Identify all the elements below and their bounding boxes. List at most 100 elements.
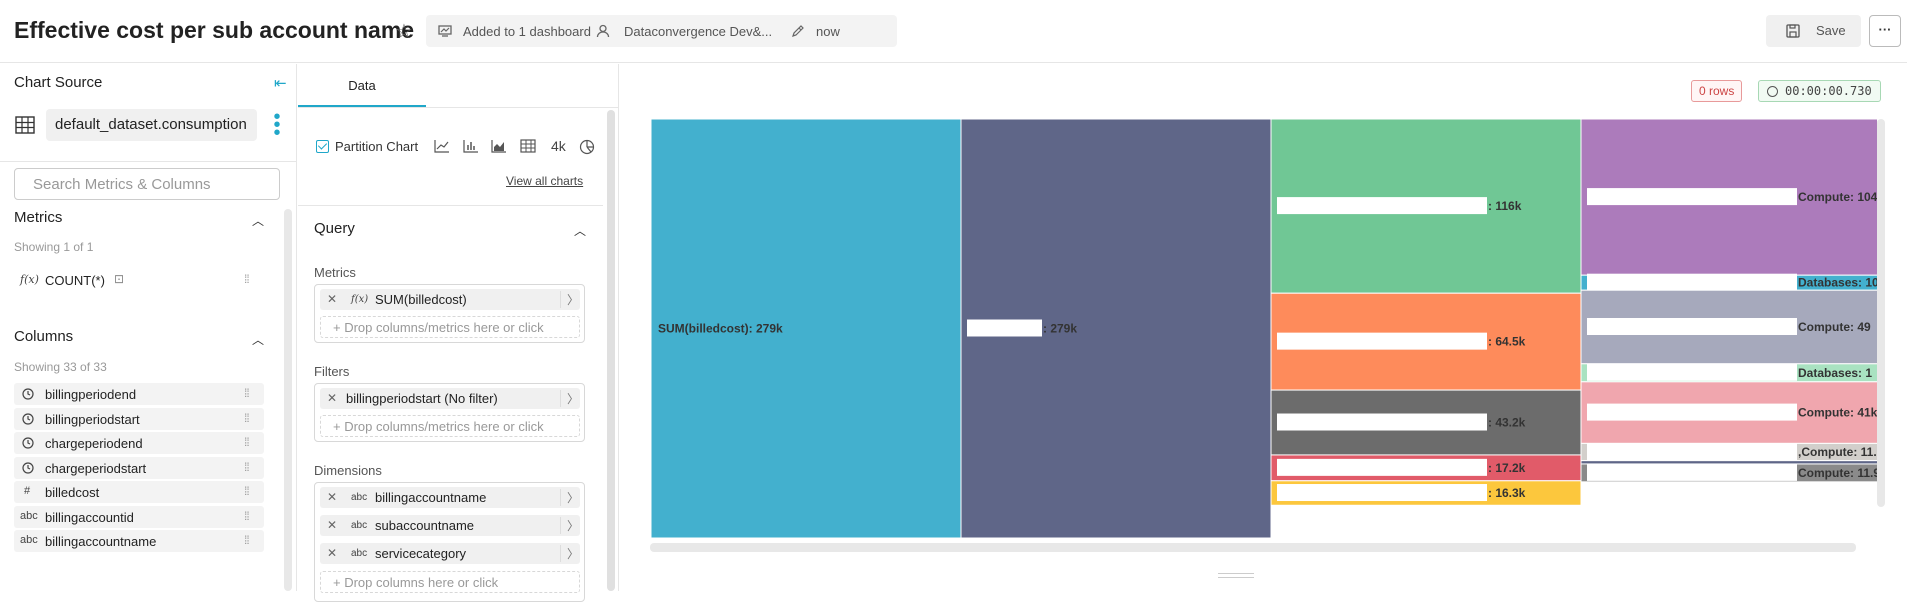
dataset-menu-icon[interactable]: • • • <box>272 107 282 143</box>
drag-handle-icon[interactable]: ⁞⁞ <box>244 272 250 286</box>
chart-source-title: Chart Source <box>14 74 103 91</box>
close-icon[interactable]: ✕ <box>327 391 337 405</box>
close-icon[interactable]: ✕ <box>327 292 337 306</box>
scrollbar[interactable] <box>607 110 615 591</box>
query-section-title[interactable]: Query <box>314 220 355 237</box>
dimension-name: servicecategory <box>375 546 467 561</box>
label-mask <box>1587 463 1797 481</box>
resize-handle[interactable] <box>1218 573 1254 578</box>
partition-node-label: Compute: 49 <box>1798 320 1871 334</box>
drag-handle-icon[interactable]: ⁞⁞ <box>244 411 250 425</box>
line-chart-icon[interactable] <box>434 139 450 153</box>
drop-hint: Drop columns/metrics here or click <box>344 419 544 434</box>
string-type-icon: abc <box>20 510 38 522</box>
column-item[interactable]: billingperiodend ⁞⁞ <box>14 383 264 405</box>
chevron-right-icon[interactable]: 〉 <box>560 291 579 308</box>
column-item[interactable]: chargeperiodend ⁞⁞ <box>14 432 264 454</box>
drag-handle-icon[interactable]: ⁞⁞ <box>244 460 250 474</box>
chevron-right-icon[interactable]: 〉 <box>560 489 579 506</box>
dimension-pill[interactable]: ✕ abc billingaccountname 〉 <box>320 487 580 508</box>
columns-section-title[interactable]: Columns <box>14 328 73 345</box>
partition-node-label: Databases: 1 <box>1798 366 1872 380</box>
chevron-right-icon[interactable]: 〉 <box>560 517 579 534</box>
chart-title[interactable]: Effective cost per sub account name <box>14 17 414 44</box>
chart-header: Effective cost per sub account name ☆ Ad… <box>0 0 1907 63</box>
dimension-pill[interactable]: ✕ abc servicecategory 〉 <box>320 543 580 564</box>
owner-name[interactable]: Dataconvergence Dev&... <box>624 24 772 39</box>
label-mask <box>1277 484 1487 502</box>
close-icon[interactable]: ✕ <box>327 490 337 504</box>
metrics-drop-zone[interactable]: + Drop columns/metrics here or click <box>320 316 580 338</box>
string-type-icon: abc <box>351 492 368 503</box>
partition-chart[interactable]: SUM(billedcost): 279k: 279k: 116k: 64.5k… <box>620 64 1907 591</box>
area-chart-icon[interactable] <box>491 139 507 153</box>
filter-pill[interactable]: ✕ billingperiodstart (No filter) 〉 <box>320 388 580 409</box>
tab-data[interactable]: Data <box>298 64 426 107</box>
scrollbar[interactable] <box>284 209 292 591</box>
label-mask <box>1587 317 1797 335</box>
chart-type-label: Partition Chart <box>335 139 419 154</box>
save-button[interactable]: Save <box>1766 15 1861 47</box>
label-mask <box>1587 363 1797 381</box>
drag-handle-icon[interactable]: ⁞⁞ <box>244 509 250 523</box>
drag-handle-icon[interactable]: ⁞⁞ <box>244 484 250 498</box>
table-icon[interactable] <box>520 139 536 153</box>
metric-item[interactable]: f(x) COUNT(*) ⊡ ⁞⁞ <box>14 269 264 291</box>
drag-handle-icon[interactable]: ⁞⁞ <box>244 533 250 547</box>
metric-pill[interactable]: ✕ f(x) SUM(billedcost) 〉 <box>320 289 580 310</box>
user-icon <box>596 24 610 38</box>
search-metrics-input[interactable]: Search Metrics & Columns <box>14 168 280 200</box>
partition-node-label: : 43.2k <box>1488 416 1526 430</box>
save-icon <box>1786 24 1800 38</box>
dashboards-link[interactable]: Added to 1 dashboard <box>463 24 591 39</box>
clock-icon <box>22 462 34 474</box>
vertical-scrollbar[interactable] <box>1877 119 1885 507</box>
dimensions-drop-zone[interactable]: + Drop columns here or click <box>320 571 580 593</box>
close-icon[interactable]: ✕ <box>327 546 337 560</box>
filter-name: billingperiodstart (No filter) <box>346 391 498 406</box>
metrics-section-title[interactable]: Metrics <box>14 209 62 226</box>
function-icon: f(x) <box>351 294 369 305</box>
filters-drop-zone[interactable]: + Drop columns/metrics here or click <box>320 415 580 437</box>
star-icon[interactable]: ☆ <box>395 19 413 44</box>
drag-handle-icon[interactable]: ⁞⁞ <box>244 386 250 400</box>
dimension-pill[interactable]: ✕ abc subaccountname 〉 <box>320 515 580 536</box>
column-name: billingperiodend <box>45 387 137 402</box>
chevron-up-icon[interactable]: ︿ <box>252 212 264 229</box>
dataset-name[interactable]: default_dataset.consumption <box>46 109 257 141</box>
horizontal-scrollbar[interactable] <box>650 543 1856 552</box>
label-mask <box>1587 188 1797 206</box>
column-item[interactable]: # billedcost ⁞⁞ <box>14 481 264 503</box>
label-mask <box>1587 403 1797 421</box>
metric-name: COUNT(*) <box>45 273 105 288</box>
view-all-charts-link[interactable]: View all charts <box>506 174 583 188</box>
partition-node-label: : 279k <box>1043 322 1077 336</box>
column-item[interactable]: abc billingaccountid ⁞⁞ <box>14 506 264 528</box>
modified-time: now <box>816 24 840 39</box>
partition-node-label: : 17.2k <box>1488 461 1526 475</box>
chevron-right-icon[interactable]: 〉 <box>560 390 579 407</box>
collapse-panel-icon[interactable]: ⇤ <box>274 74 287 92</box>
column-item[interactable]: abc billingaccountname ⁞⁞ <box>14 530 264 552</box>
bar-chart-icon[interactable] <box>463 139 479 153</box>
chevron-up-icon[interactable]: ︿ <box>252 331 264 348</box>
dataset-panel: Chart Source ⇤ default_dataset.consumpti… <box>0 64 297 591</box>
metrics-control: ✕ f(x) SUM(billedcost) 〉 + Drop columns/… <box>314 284 585 343</box>
metrics-label: Metrics <box>314 265 356 280</box>
column-item[interactable]: chargeperiodstart ⁞⁞ <box>14 457 264 479</box>
pie-chart-icon[interactable] <box>579 139 595 155</box>
drop-hint: Drop columns/metrics here or click <box>344 320 544 335</box>
chevron-up-icon[interactable]: ︿ <box>574 222 586 239</box>
drag-handle-icon[interactable]: ⁞⁞ <box>244 435 250 449</box>
column-name: chargeperiodend <box>45 436 143 451</box>
chevron-right-icon[interactable]: 〉 <box>560 545 579 562</box>
metrics-count: Showing 1 of 1 <box>14 240 94 254</box>
column-item[interactable]: billingperiodstart ⁞⁞ <box>14 408 264 430</box>
close-icon[interactable]: ✕ <box>327 518 337 532</box>
dimension-name: subaccountname <box>375 518 475 533</box>
string-type-icon: abc <box>351 520 368 531</box>
big-number-icon[interactable]: 4k <box>551 138 566 154</box>
partition-chart-option[interactable]: Partition Chart <box>314 136 424 158</box>
more-options-button[interactable]: ··· <box>1869 15 1901 47</box>
info-icon: ⊡ <box>114 272 125 286</box>
